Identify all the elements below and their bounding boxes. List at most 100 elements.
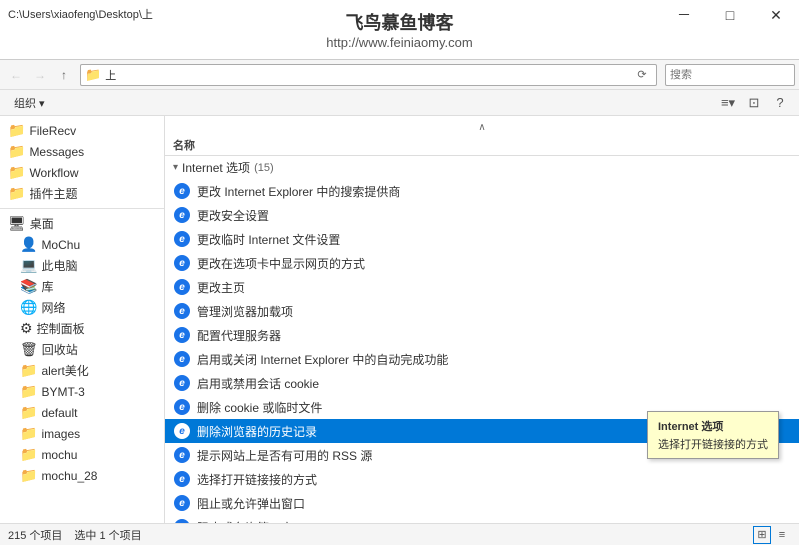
sidebar-label: Workflow — [29, 166, 78, 180]
list-item[interactable]: e 提示网站上是否有可用的 RSS 源 — [165, 443, 799, 467]
sidebar-item-recycle[interactable]: 🗑 回收站 — [0, 339, 164, 360]
list-item[interactable]: e 管理浏览器加载项 — [165, 299, 799, 323]
item-label: 删除 cookie 或临时文件 — [197, 399, 322, 416]
sidebar-item-controlpanel[interactable]: ⚙ 控制面板 — [0, 318, 164, 339]
list-item[interactable]: e 阻止或允许第三方 cookie — [165, 515, 799, 523]
item-label: 阻止或允许第三方 cookie — [197, 519, 331, 524]
sidebar-label: FileRecv — [29, 124, 76, 138]
sidebar-item-thispc[interactable]: 💻 此电脑 — [0, 255, 164, 276]
folder-icon: 📚 — [20, 278, 37, 295]
list-item[interactable]: e 选择打开链接接的方式 — [165, 467, 799, 491]
preview-button[interactable]: ⊡ — [743, 92, 765, 114]
folder-icon: 📁 — [20, 404, 37, 421]
ie-icon: e — [173, 302, 191, 320]
section-title: Internet 选项 — [182, 159, 250, 176]
list-item[interactable]: e 更改 Internet Explorer 中的搜索提供商 — [165, 179, 799, 203]
sidebar-item-desktop[interactable]: 🖥 桌面 — [0, 213, 164, 234]
sidebar-label: MoChu — [41, 238, 80, 252]
sidebar-label: mochu — [41, 448, 77, 462]
sidebar-item-alertbeauty[interactable]: 📁 alert美化 — [0, 360, 164, 381]
section-header-internet[interactable]: ▾ Internet 选项 (15) — [165, 156, 799, 179]
sidebar-item-messages[interactable]: 📁 Messages — [0, 141, 164, 162]
ie-icon: e — [173, 278, 191, 296]
maximize-button[interactable]: □ — [707, 0, 753, 30]
ie-icon: e — [173, 182, 191, 200]
list-item-selected[interactable]: e 删除浏览器的历史记录 — [165, 419, 799, 443]
main-area: 📁 FileRecv 📁 Messages 📁 Workflow 📁 插件主题 … — [0, 116, 799, 523]
folder-icon: 📁 — [8, 185, 25, 202]
content-area: ∧ 名称 ▾ Internet 选项 (15) e 更改 Internet Ex… — [165, 116, 799, 523]
sidebar-item-network[interactable]: 🌐 网络 — [0, 297, 164, 318]
organize-button[interactable]: 组织 ▾ — [8, 93, 51, 113]
help-button[interactable]: ? — [769, 92, 791, 114]
ie-icon: e — [173, 374, 191, 392]
status-bar-right: ⊞ ≡ — [753, 526, 791, 544]
sidebar-label: 插件主题 — [29, 185, 77, 202]
folder-icon: 📁 — [20, 446, 37, 463]
search-bar[interactable]: 🔍 — [665, 64, 795, 86]
list-item[interactable]: e 更改在选项卡中显示网页的方式 — [165, 251, 799, 275]
address-folder-icon: 📁 — [85, 67, 101, 83]
sidebar: 📁 FileRecv 📁 Messages 📁 Workflow 📁 插件主题 … — [0, 116, 165, 523]
sidebar-label: images — [41, 427, 80, 441]
folder-icon: 📁 — [8, 164, 25, 181]
desktop-icon: 🖥 — [8, 215, 26, 232]
sidebar-label: default — [41, 406, 77, 420]
close-button[interactable]: ✕ — [753, 0, 799, 30]
view-button[interactable]: ≡▾ — [717, 92, 739, 114]
status-view-list[interactable]: ⊞ — [753, 526, 771, 544]
ie-icon: e — [173, 254, 191, 272]
status-view-details[interactable]: ≡ — [773, 526, 791, 544]
list-item[interactable]: e 更改主页 — [165, 275, 799, 299]
computer-icon: 💻 — [20, 257, 37, 274]
address-text: 上 — [105, 67, 632, 83]
list-item[interactable]: e 启用或禁用会话 cookie — [165, 371, 799, 395]
refresh-button[interactable]: ⟳ — [632, 64, 652, 86]
item-label: 更改在选项卡中显示网页的方式 — [197, 255, 365, 272]
section-count: (15) — [254, 162, 274, 174]
ie-icon: e — [173, 350, 191, 368]
sidebar-item-plugins[interactable]: 📁 插件主题 — [0, 183, 164, 204]
ie-icon: e — [173, 206, 191, 224]
list-item[interactable]: e 配置代理服务器 — [165, 323, 799, 347]
sidebar-label: BYMT-3 — [41, 385, 84, 399]
item-label: 选择打开链接接的方式 — [197, 471, 317, 488]
sidebar-item-filerecv[interactable]: 📁 FileRecv — [0, 120, 164, 141]
item-label: 阻止或允许弹出窗口 — [197, 495, 305, 512]
address-bar[interactable]: 📁 上 ⟳ — [80, 64, 657, 86]
item-label: 更改安全设置 — [197, 207, 269, 224]
organize-toolbar: 组织 ▾ ≡▾ ⊡ ? — [0, 90, 799, 116]
ie-icon: e — [173, 494, 191, 512]
forward-button[interactable]: → — [28, 63, 52, 87]
toolbar-right: ≡▾ ⊡ ? — [717, 92, 791, 114]
search-input[interactable] — [670, 69, 799, 81]
back-button[interactable]: ← — [4, 63, 28, 87]
item-label: 配置代理服务器 — [197, 327, 281, 344]
list-item[interactable]: e 启用或关闭 Internet Explorer 中的自动完成功能 — [165, 347, 799, 371]
minimize-button[interactable]: － — [661, 0, 707, 30]
main-title: 飞鸟慕鱼博客 — [326, 9, 472, 35]
list-item[interactable]: e 阻止或允许弹出窗口 — [165, 491, 799, 515]
list-item[interactable]: e 删除 cookie 或临时文件 — [165, 395, 799, 419]
folder-icon: 📁 — [20, 467, 37, 484]
sidebar-item-mochu2[interactable]: 📁 mochu — [0, 444, 164, 465]
sidebar-item-library[interactable]: 📚 库 — [0, 276, 164, 297]
sidebar-item-mochu[interactable]: 👤 MoChu — [0, 234, 164, 255]
sidebar-item-images[interactable]: 📁 images — [0, 423, 164, 444]
column-header: 名称 — [165, 135, 799, 156]
sidebar-label: 此电脑 — [41, 257, 77, 274]
list-item[interactable]: e 更改临时 Internet 文件设置 — [165, 227, 799, 251]
sidebar-item-workflow[interactable]: 📁 Workflow — [0, 162, 164, 183]
list-item[interactable]: e 更改安全设置 — [165, 203, 799, 227]
ie-icon: e — [173, 398, 191, 416]
sidebar-label: mochu_28 — [41, 469, 97, 483]
sidebar-item-bymt3[interactable]: 📁 BYMT-3 — [0, 381, 164, 402]
ie-icon: e — [173, 446, 191, 464]
sidebar-item-mochu28[interactable]: 📁 mochu_28 — [0, 465, 164, 486]
up-button[interactable]: ↑ — [52, 63, 76, 87]
ie-icon: e — [173, 326, 191, 344]
title-bar: C:\Users\xiaofeng\Desktop\上 飞鸟慕鱼博客 http:… — [0, 0, 799, 60]
sub-title: http://www.feiniaomy.com — [326, 35, 472, 50]
sidebar-item-default[interactable]: 📁 default — [0, 402, 164, 423]
ie-icon: e — [173, 230, 191, 248]
